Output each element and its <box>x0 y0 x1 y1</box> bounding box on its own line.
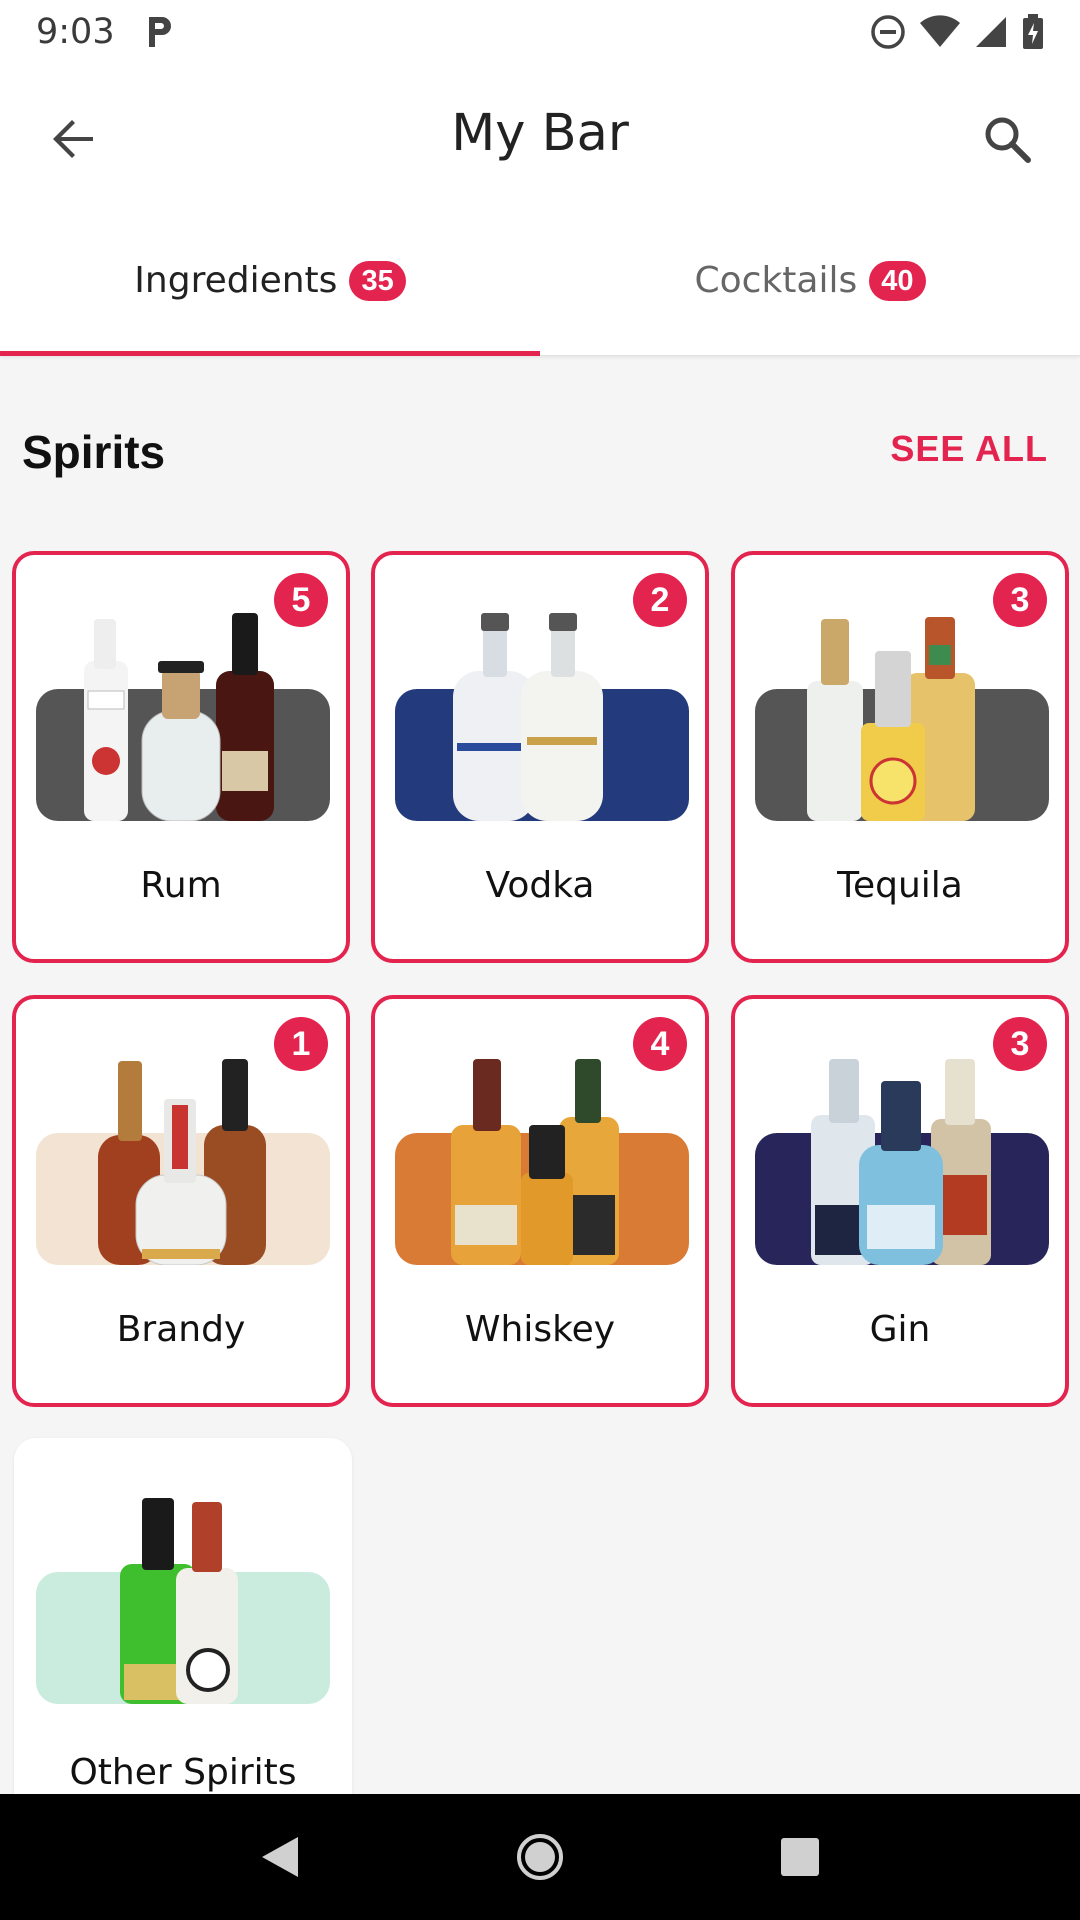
count-badge: 3 <box>993 573 1047 627</box>
cell-signal-icon <box>976 17 1006 47</box>
card-label: Whiskey <box>464 1309 616 1350</box>
card-label: Gin <box>869 1309 931 1350</box>
count-badge: 2 <box>633 573 687 627</box>
status-time: 9:03 <box>36 12 115 52</box>
card-label: Vodka <box>485 865 595 906</box>
tab-cocktails-count-badge: 40 <box>869 260 926 301</box>
card-tequila[interactable]: 3 Tequila <box>731 551 1069 963</box>
battery-icon <box>1023 14 1043 49</box>
count-badge: 3 <box>993 1017 1047 1071</box>
circle-home-icon <box>517 1834 563 1880</box>
brandy-bottles-image <box>98 1059 266 1265</box>
tab-ingredients-count-badge: 35 <box>349 260 406 301</box>
triangle-back-icon <box>262 1837 298 1877</box>
rum-bottles-image <box>84 613 274 821</box>
section-title: Spirits <box>22 426 166 478</box>
search-button[interactable] <box>974 106 1040 172</box>
parking-notification-icon <box>148 17 171 47</box>
nav-recents-button[interactable] <box>760 1817 840 1897</box>
tab-ingredients[interactable]: Ingredients 35 <box>0 212 540 356</box>
gin-bottles-image <box>811 1059 991 1265</box>
card-vodka[interactable]: 2 Vodka <box>371 551 709 963</box>
card-whiskey[interactable]: 4 Whiskey <box>371 995 709 1407</box>
nav-home-button[interactable] <box>500 1817 580 1897</box>
square-recents-icon <box>781 1838 819 1876</box>
card-label: Tequila <box>837 865 963 906</box>
count-badge: 1 <box>274 1017 328 1071</box>
vodka-bottles-image <box>453 613 603 821</box>
tab-ingredients-label: Ingredients <box>134 260 338 301</box>
app-bar: My Bar <box>0 64 1080 212</box>
whiskey-bottles-image <box>451 1059 619 1265</box>
wifi-icon <box>920 15 960 47</box>
tab-cocktails[interactable]: Cocktails 40 <box>540 212 1080 355</box>
card-gin[interactable]: 3 Gin <box>731 995 1069 1407</box>
search-icon <box>985 117 1031 163</box>
card-rum[interactable]: 5 Rum <box>12 551 350 963</box>
count-badge: 4 <box>633 1017 687 1071</box>
tab-bar: Ingredients 35 Cocktails 40 <box>0 212 1080 356</box>
card-label: Other Spirits <box>69 1752 297 1793</box>
card-label: Brandy <box>116 1309 246 1350</box>
nav-back-button[interactable] <box>240 1817 320 1897</box>
status-bar: 9:03 <box>0 0 1080 64</box>
see-all-button[interactable]: SEE ALL <box>890 428 1048 470</box>
card-brandy[interactable]: 1 Brandy <box>12 995 350 1407</box>
page-title: My Bar <box>451 104 629 163</box>
do-not-disturb-icon <box>871 15 905 49</box>
status-icons <box>870 14 1044 50</box>
tequila-bottles-image <box>807 617 975 821</box>
other-spirits-bottles-image <box>120 1498 238 1704</box>
tab-cocktails-label: Cocktails <box>694 260 858 301</box>
system-navigation-bar <box>0 1794 1080 1920</box>
count-badge: 5 <box>274 573 328 627</box>
card-label: Rum <box>140 865 222 906</box>
